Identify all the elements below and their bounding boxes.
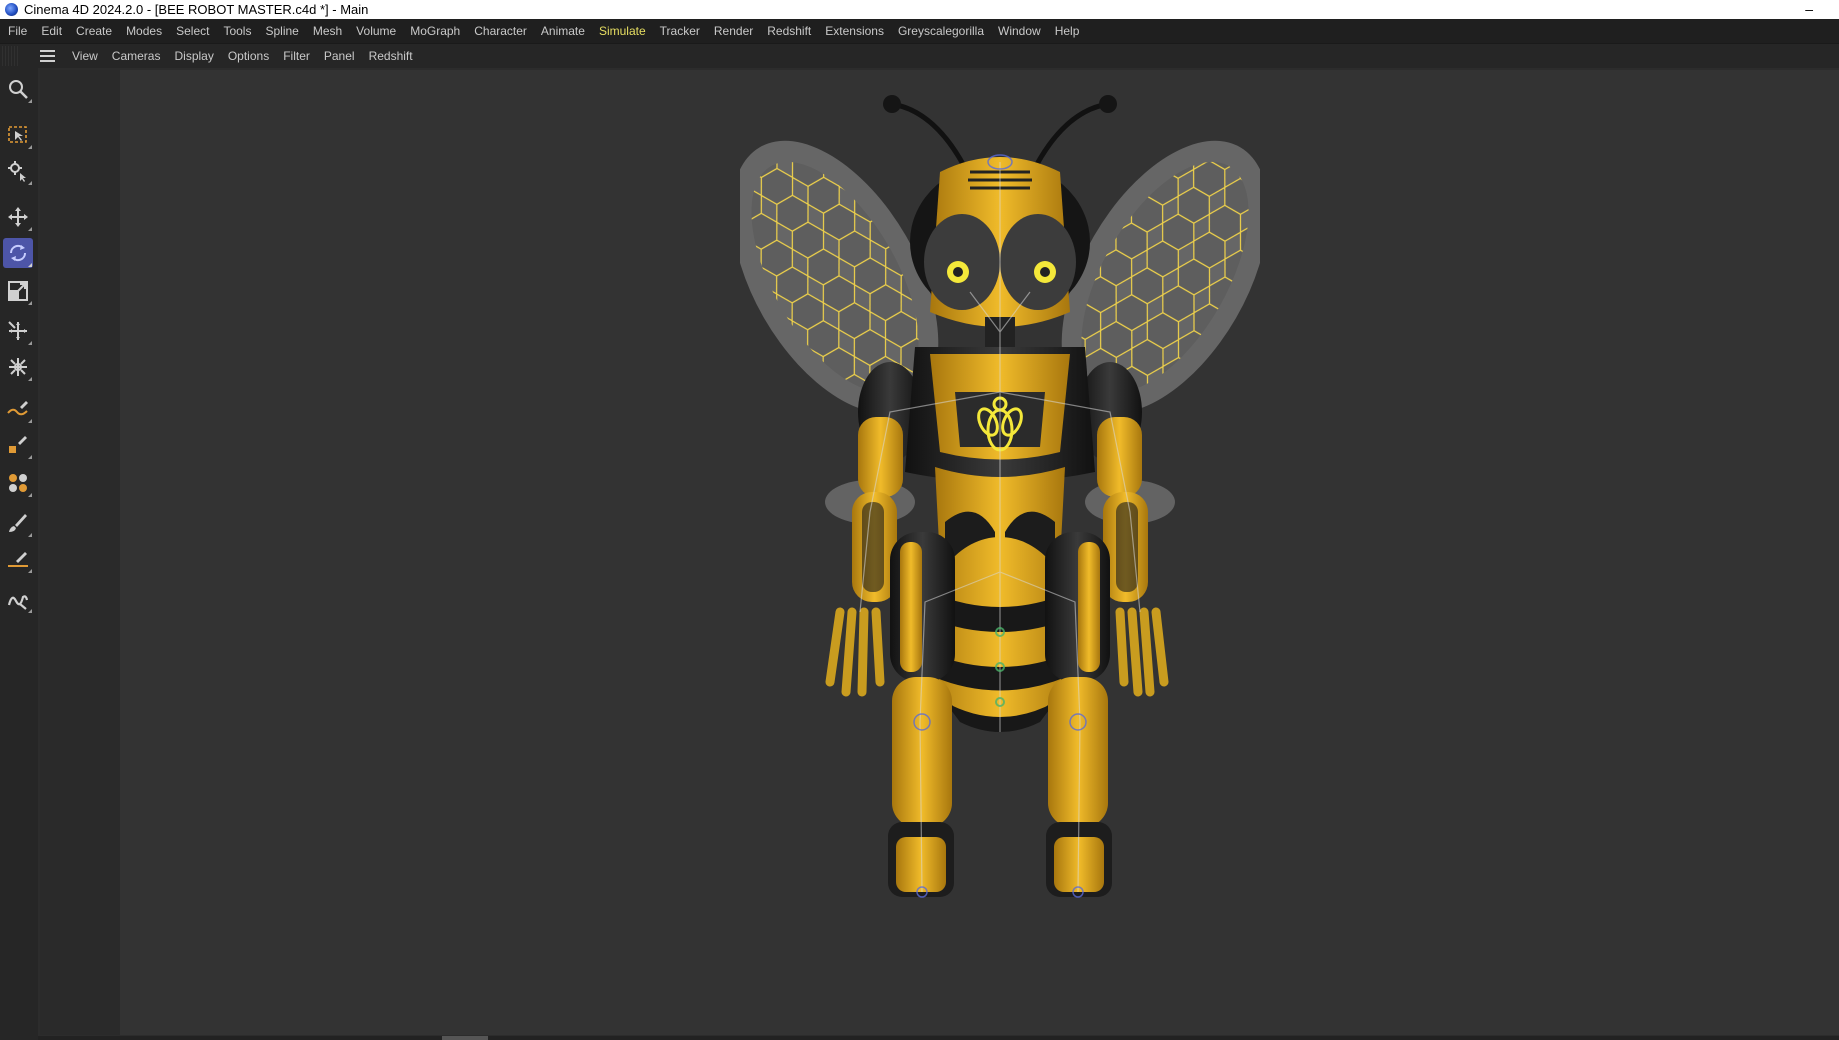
menu-volume[interactable]: Volume [349, 24, 403, 38]
menu-greyscalegorilla[interactable]: Greyscalegorilla [891, 24, 991, 38]
menu-select[interactable]: Select [169, 24, 216, 38]
knife-line-icon[interactable] [3, 544, 33, 574]
bee-robot-model[interactable] [740, 92, 1260, 942]
menu-tracker[interactable]: Tracker [653, 24, 707, 38]
box-selection-icon[interactable] [3, 120, 33, 150]
viewport-menu-view[interactable]: View [65, 49, 105, 63]
viewport-safe-frame-margin [40, 70, 120, 1035]
viewport-menu-redshift[interactable]: Redshift [362, 49, 420, 63]
menu-mesh[interactable]: Mesh [306, 24, 349, 38]
left-toolbar [0, 68, 39, 1040]
menu-simulate[interactable]: Simulate [592, 24, 653, 38]
spline-pen-icon[interactable] [3, 394, 33, 424]
toolbar-grip[interactable] [2, 46, 20, 66]
menu-mograph[interactable]: MoGraph [403, 24, 467, 38]
paint-brush-icon[interactable] [3, 508, 33, 538]
minimize-button[interactable]: – [1805, 1, 1813, 17]
snap-transform-icon[interactable] [3, 352, 33, 382]
viewport-menu-panel[interactable]: Panel [317, 49, 362, 63]
viewport-menu-display[interactable]: Display [167, 49, 220, 63]
tweak-mode-icon[interactable] [3, 156, 33, 186]
menu-tools[interactable]: Tools [216, 24, 258, 38]
move-icon[interactable] [3, 202, 33, 232]
window-titlebar: Cinema 4D 2024.2.0 - [BEE ROBOT MASTER.c… [0, 0, 1839, 19]
viewport-scrollbar[interactable] [38, 1036, 1839, 1040]
sketch-tool-icon[interactable] [3, 584, 33, 614]
menu-animate[interactable]: Animate [534, 24, 592, 38]
rotate-icon[interactable] [3, 238, 33, 268]
menu-file[interactable]: File [0, 24, 34, 38]
menu-help[interactable]: Help [1048, 24, 1087, 38]
mograph-cloner-icon[interactable] [3, 468, 33, 498]
scale-icon[interactable] [3, 276, 33, 306]
menu-redshift[interactable]: Redshift [760, 24, 818, 38]
cinema4d-logo-icon [5, 3, 18, 16]
search-icon[interactable] [3, 74, 33, 104]
viewport-menu-options[interactable]: Options [221, 49, 276, 63]
viewport-menu-cameras[interactable]: Cameras [105, 49, 168, 63]
window-title: Cinema 4D 2024.2.0 - [BEE ROBOT MASTER.c… [24, 2, 369, 17]
main-menubar: File Edit Create Modes Select Tools Spline Mesh… [0, 19, 1839, 43]
menu-modes[interactable]: Modes [119, 24, 169, 38]
menu-extensions[interactable]: Extensions [818, 24, 891, 38]
menu-create[interactable]: Create [69, 24, 119, 38]
menu-spline[interactable]: Spline [258, 24, 305, 38]
viewport-menubar: View Cameras Display Options Filter Panel Reds… [0, 43, 1839, 68]
viewport-menu-filter[interactable]: Filter [276, 49, 317, 63]
menu-window[interactable]: Window [991, 24, 1048, 38]
menu-character[interactable]: Character [467, 24, 534, 38]
transform-icon[interactable] [3, 316, 33, 346]
menu-render[interactable]: Render [707, 24, 760, 38]
menu-edit[interactable]: Edit [34, 24, 69, 38]
hamburger-icon[interactable] [40, 50, 55, 62]
primitive-pen-icon[interactable] [3, 430, 33, 460]
